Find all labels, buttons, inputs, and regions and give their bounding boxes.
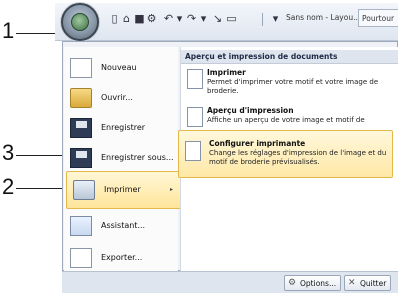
submenu-item-apercu[interactable]: Aperçu d'impression Affiche un aperçu de… [181,103,398,129]
submenu-item-desc: Change les réglages d'impression de l'im… [209,149,387,166]
callout-2: 2 [2,174,15,199]
menu-item-label: Nouveau [101,63,137,72]
new-icon[interactable]: ▯ [109,13,120,25]
menu-item-label: Enregistrer [101,123,146,132]
separator [262,13,263,26]
redo-icon[interactable]: ↷ [186,13,197,25]
submenu-item-desc: Permet d'imprimer votre motif et votre i… [207,78,379,95]
printer-setup-icon [185,141,201,161]
options-label: Options... [300,279,337,288]
submenu-arrow-icon: ▸ [169,186,173,193]
submenu-item-configurer-imprimante[interactable]: Configurer imprimante Change les réglage… [178,130,393,178]
submenu-item-title: Configurer imprimante [209,139,306,148]
export-icon [70,248,92,268]
submenu-item-title: Aperçu d'impression [207,106,294,115]
save-as-icon [70,148,92,168]
dropdown-icon[interactable]: ▾ [174,13,185,25]
submenu-item-title: Imprimer [207,68,246,77]
page-icon[interactable]: ▭ [226,13,237,25]
menu-item-imprimer[interactable]: Imprimer ▸ [66,171,182,209]
print-icon [73,180,95,200]
print-preview-icon [187,107,203,127]
arrow-icon[interactable]: ↘ [212,13,223,25]
submenu-item-imprimer[interactable]: Imprimer Permet d'imprimer votre motif e… [181,65,398,105]
customize-icon[interactable]: ▾ [270,13,281,25]
dropdown-icon[interactable]: ▾ [198,13,209,25]
undo-icon[interactable]: ↶ [163,13,174,25]
tab-pourtour[interactable]: Pourtour [358,9,398,27]
new-document-icon [70,58,92,78]
open-folder-icon [70,88,92,108]
save-icon[interactable]: ■ [134,13,145,25]
print-document-icon [187,69,203,89]
submenu-item-desc: Affiche un aperçu de votre image et moti… [207,116,365,124]
window-title: Sans nom - Layou... [286,13,361,22]
save-icon [70,118,92,138]
menu-item-label: Enregistrer sous... [101,153,174,162]
menu-item-label: Ouvrir... [101,93,133,102]
menu-item-label: Imprimer [104,185,141,194]
menu-item-label: Assistant... [101,221,146,230]
quit-label: Quitter [360,279,387,288]
application-logo-icon [71,13,89,31]
menu-item-label: Exporter... [101,253,143,262]
options-button[interactable]: ⚙ Options... [284,275,342,291]
callout-3: 3 [2,140,15,165]
close-icon: ✕ [348,278,356,288]
submenu-header: Aperçu et impression de documents [181,50,398,64]
application-button[interactable] [61,3,99,41]
open-icon[interactable]: ⌂ [121,13,132,25]
settings-icon[interactable]: ⚙ [146,13,157,25]
wizard-icon [70,216,92,236]
options-icon: ⚙ [288,278,297,288]
quit-button[interactable]: ✕ Quitter [344,275,392,291]
callout-1: 1 [2,18,15,43]
